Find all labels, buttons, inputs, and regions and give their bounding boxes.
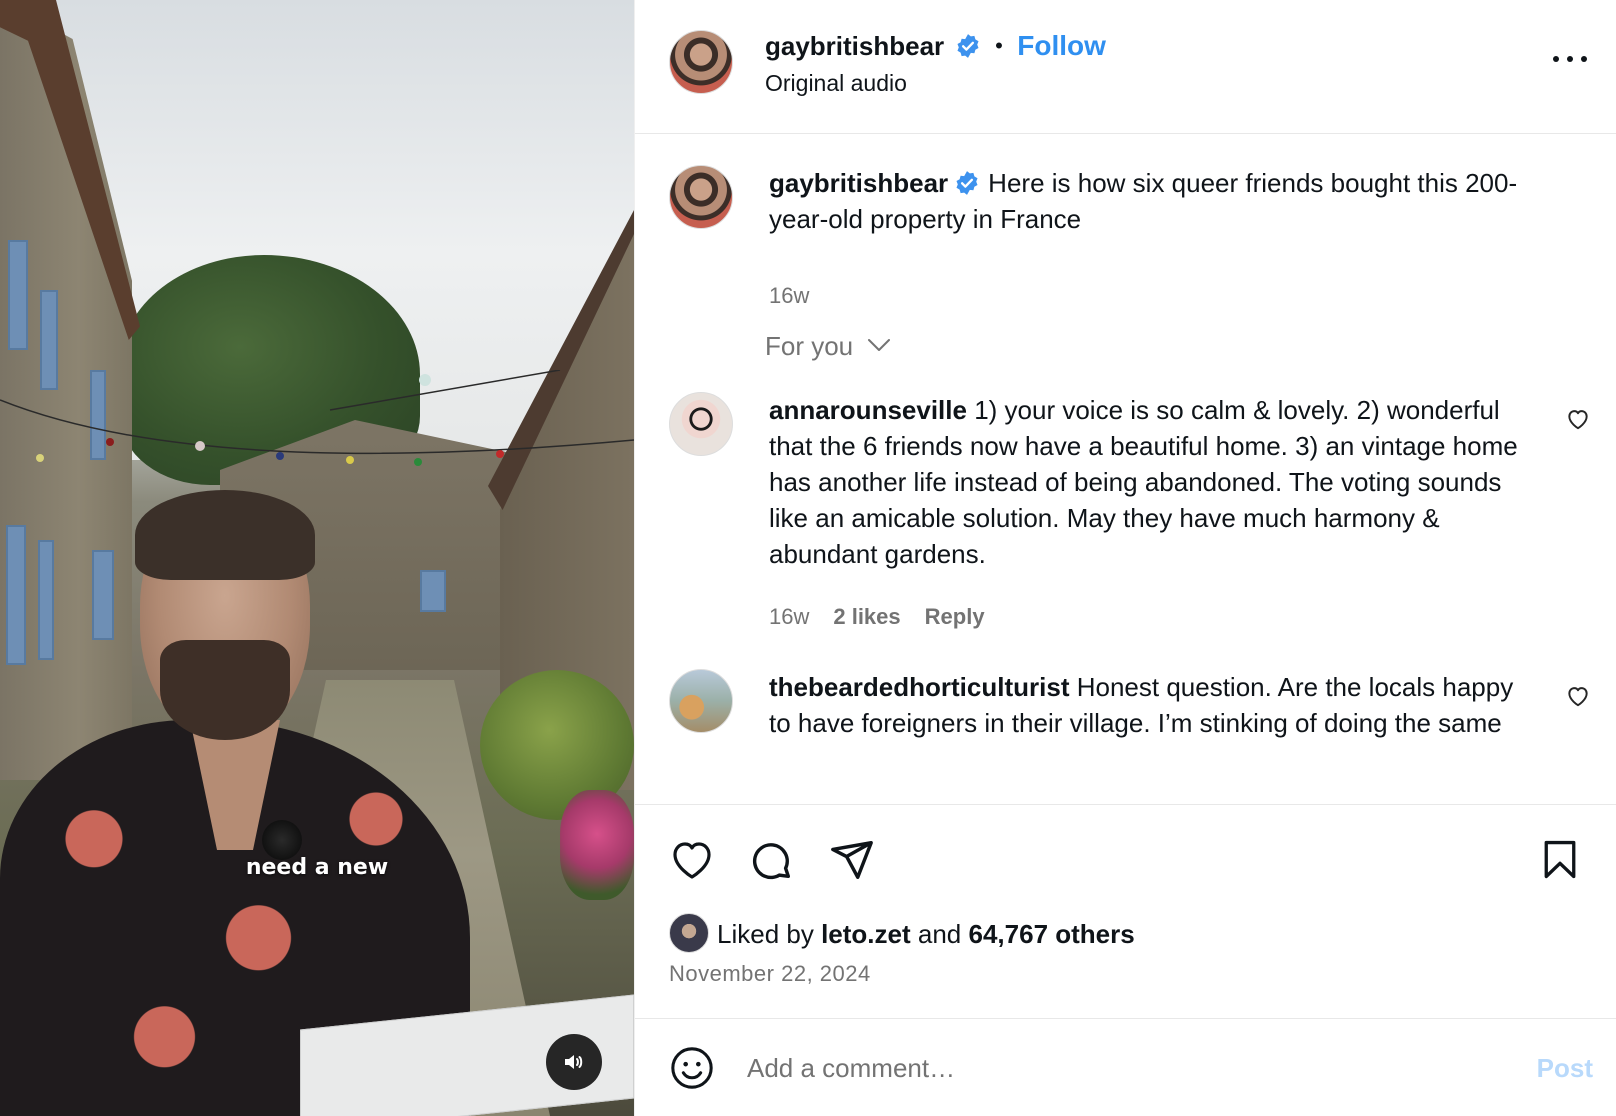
speaker-icon (565, 1055, 583, 1069)
comment-button[interactable] (747, 835, 797, 885)
shutter (38, 540, 54, 660)
author-username[interactable]: gaybritishbear (765, 31, 944, 61)
post-header: gaybritishbear • Follow Original audio (635, 0, 1616, 134)
comment-age: 16w (769, 604, 810, 629)
post-panel: gaybritishbear • Follow Original audio g… (634, 0, 1616, 1116)
post-actions: Liked by leto.zet and 64,767 others Nove… (635, 804, 1616, 1020)
more-options-icon[interactable] (1553, 52, 1587, 66)
comments-scroll-area[interactable]: gaybritishbear Here is how six queer fri… (635, 135, 1616, 804)
heart-icon (673, 842, 711, 879)
hair (135, 490, 315, 580)
verified-badge-icon (956, 171, 978, 195)
share-button[interactable] (827, 835, 877, 885)
reply-button[interactable]: Reply (925, 604, 985, 629)
separator-dot: • (995, 33, 1003, 58)
caption-text-block: gaybritishbear Here is how six queer fri… (769, 165, 1529, 237)
chevron-down-icon (868, 339, 891, 351)
post-comment-button[interactable]: Post (1537, 1053, 1593, 1084)
caption-username[interactable]: gaybritishbear (769, 168, 948, 198)
video-caption: need a new (245, 855, 389, 880)
comment-likes[interactable]: 2 likes (833, 604, 900, 629)
likes-summary: Liked by leto.zet and 64,767 others (717, 919, 1135, 950)
comment-username[interactable]: annarounseville (769, 395, 967, 425)
audio-label[interactable]: Original audio (765, 70, 907, 97)
shutter (420, 570, 446, 612)
string-lights (0, 370, 634, 466)
shutter (6, 525, 26, 665)
filter-label: For you (765, 331, 854, 361)
comment-icon (752, 843, 791, 880)
comment-filter-dropdown[interactable]: For you (765, 331, 892, 362)
comment-input[interactable] (747, 1043, 1467, 1093)
shutter (92, 550, 114, 640)
like-button[interactable] (667, 835, 717, 885)
liked-by-avatar[interactable] (669, 913, 709, 953)
caption-author-avatar[interactable] (669, 165, 733, 229)
comment-meta: 16w 2 likes Reply (769, 604, 985, 630)
commenter-avatar[interactable] (669, 392, 733, 456)
beard (160, 640, 290, 740)
author-avatar[interactable] (669, 30, 733, 94)
header-user-line: gaybritishbear • Follow (765, 30, 1106, 62)
bookmark-icon (1544, 840, 1576, 879)
shutter (8, 240, 28, 350)
comment-text-block: annarounseville 1) your voice is so calm… (769, 392, 1529, 572)
likes-prefix: Liked by (717, 919, 814, 949)
likes-middle: and (917, 919, 962, 949)
paper-plane-icon (831, 841, 873, 879)
follow-button[interactable]: Follow (1017, 30, 1106, 61)
comment-like-heart-icon[interactable] (1565, 406, 1591, 432)
post-date: November 22, 2024 (669, 961, 871, 986)
verified-badge-icon (957, 34, 979, 58)
lapel-mic (262, 820, 302, 860)
comment-username[interactable]: thebeardedhorticulturist (769, 672, 1069, 702)
reel-video[interactable]: need a new (0, 0, 634, 1116)
flowers (560, 790, 634, 900)
emoji-button[interactable] (667, 1043, 717, 1093)
sound-toggle-button[interactable] (546, 1034, 602, 1090)
likes-count[interactable]: 64,767 others (969, 919, 1135, 949)
caption-age: 16w (769, 283, 810, 308)
liked-by-user[interactable]: leto.zet (821, 919, 911, 949)
emoji-icon (671, 1047, 713, 1089)
comment-text-block: thebeardedhorticulturist Honest question… (769, 669, 1529, 741)
comment-composer: Post (635, 1018, 1616, 1116)
save-button[interactable] (1535, 835, 1585, 885)
commenter-avatar[interactable] (669, 669, 733, 733)
comment-like-heart-icon[interactable] (1565, 683, 1591, 709)
